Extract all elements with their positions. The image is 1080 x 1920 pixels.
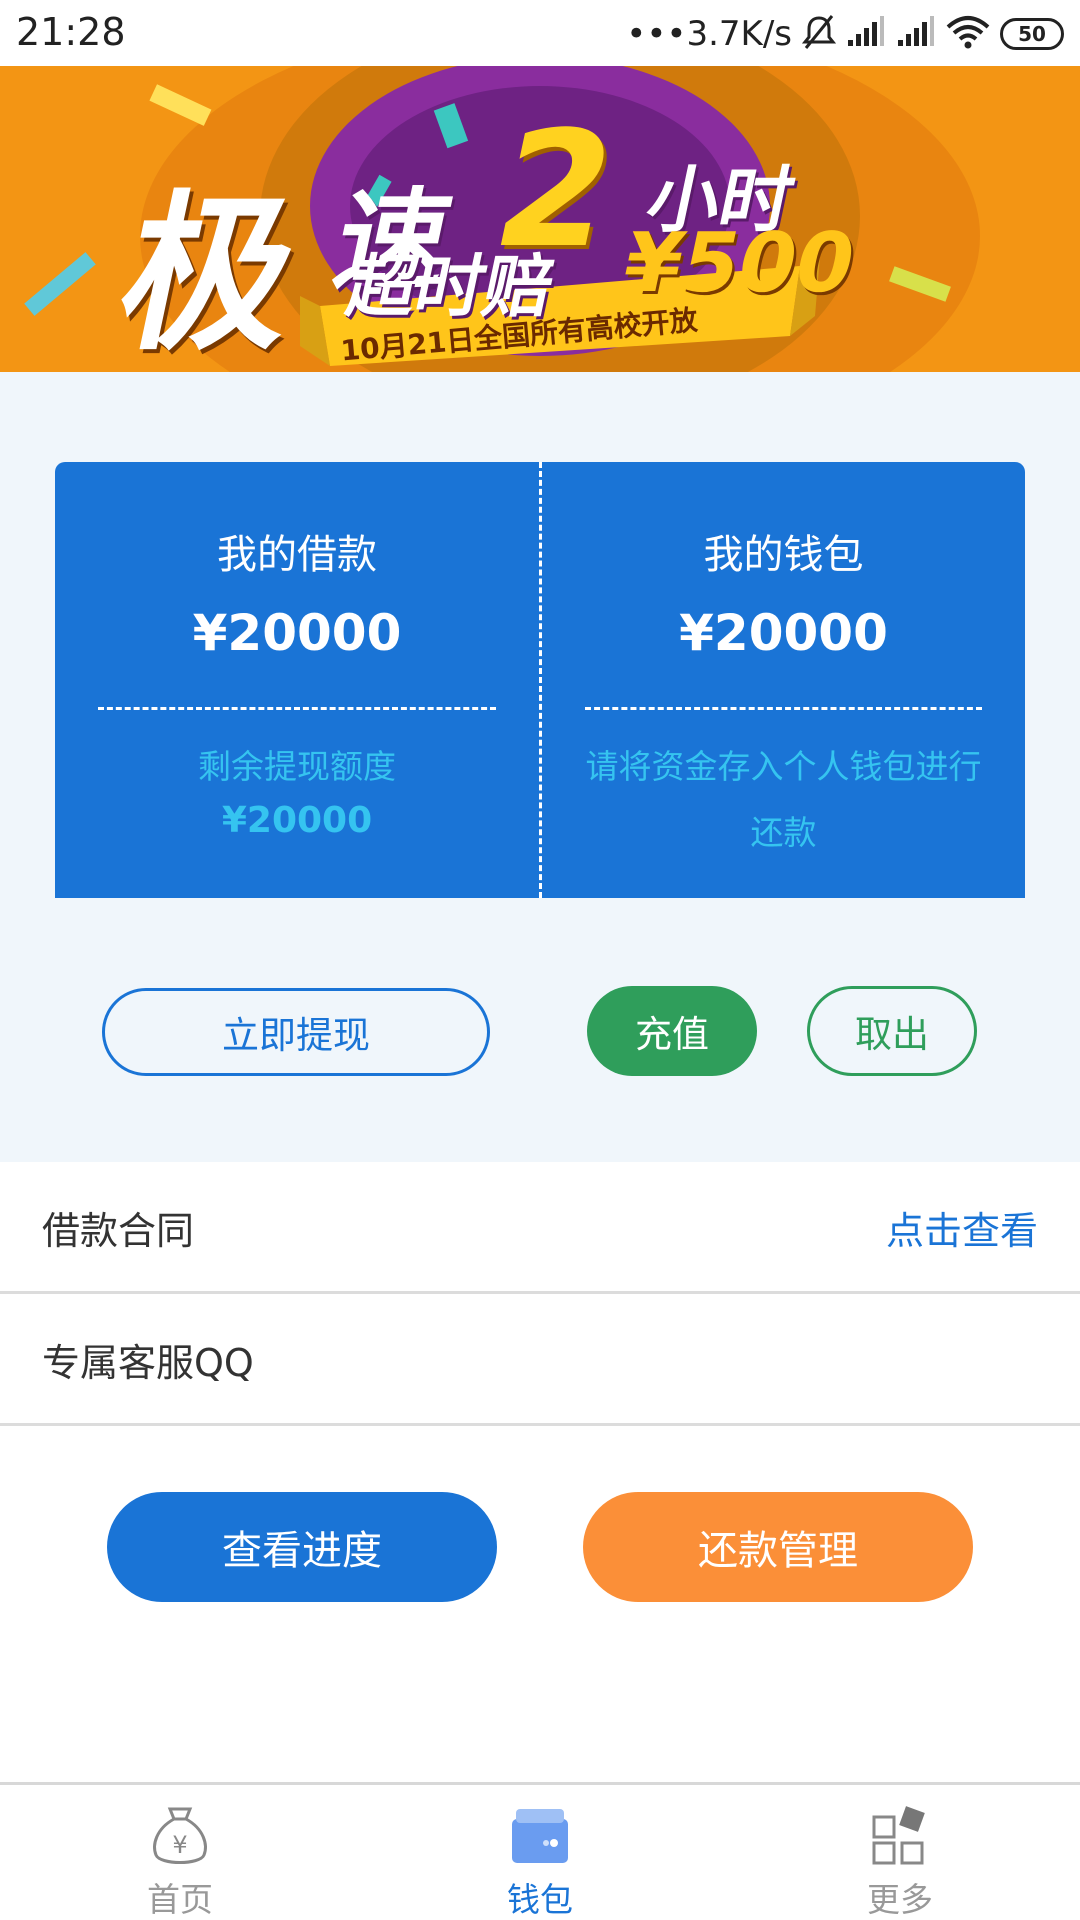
- take-out-button[interactable]: 取出: [807, 986, 977, 1076]
- nav-label-wallet: 钱包: [507, 1880, 573, 1919]
- loan-panel: 我的借款 ¥20000 剩余提现额度 ¥20000: [55, 462, 539, 898]
- view-contract-link[interactable]: 点击查看: [886, 1200, 1038, 1255]
- wallet-amount: ¥20000: [679, 604, 888, 662]
- wallet-area: 我的借款 ¥20000 剩余提现额度 ¥20000 我的钱包 ¥20000 请将…: [0, 372, 1080, 1162]
- signal-icon: [846, 16, 886, 52]
- card-divider-line: [98, 707, 496, 710]
- loan-title: 我的借款: [217, 532, 377, 578]
- nav-label-home: 首页: [147, 1880, 213, 1919]
- nav-label-more: 更多: [867, 1880, 933, 1919]
- status-bar: 21:28 •••3.7K/s 50: [0, 0, 1080, 66]
- wallet-icon: [508, 1799, 572, 1869]
- promo-banner[interactable]: 极 速 2 小时 超时赔 ¥500 10月21日全国所有高校开放: [0, 66, 1080, 372]
- signal-icon: [896, 16, 936, 52]
- withdraw-now-button[interactable]: 立即提现: [102, 988, 490, 1076]
- loan-amount: ¥20000: [192, 604, 402, 662]
- wifi-icon: [946, 15, 990, 53]
- money-bag-icon: ¥: [148, 1799, 212, 1869]
- svg-text:¥: ¥: [172, 1831, 187, 1859]
- status-icons: •••3.7K/s 50: [626, 12, 1064, 56]
- nav-item-more[interactable]: 更多: [800, 1785, 1000, 1920]
- withdraw-limit-amount: ¥20000: [221, 800, 373, 841]
- grid-icon: [868, 1799, 932, 1869]
- nav-item-home[interactable]: ¥ 首页: [80, 1785, 280, 1920]
- status-time: 21:28: [16, 10, 126, 54]
- wallet-title: 我的钱包: [703, 532, 864, 578]
- customer-service-qq-label: 专属客服QQ: [42, 1341, 254, 1385]
- banner-amount: ¥500: [614, 216, 864, 311]
- customer-service-qq-row[interactable]: 专属客服QQ: [0, 1294, 1080, 1426]
- repayment-management-button[interactable]: 还款管理: [583, 1492, 973, 1602]
- loan-contract-label: 借款合同: [42, 1209, 195, 1253]
- mute-bell-icon: [801, 14, 837, 54]
- withdraw-limit-label: 剩余提现额度: [198, 747, 396, 786]
- view-progress-button[interactable]: 查看进度: [107, 1492, 497, 1602]
- card-divider-line: [585, 707, 982, 710]
- nav-item-wallet[interactable]: 钱包: [440, 1785, 640, 1920]
- wallet-note: 请将资金存入个人钱包进行还款: [585, 747, 982, 852]
- battery-icon: 50: [1000, 18, 1064, 50]
- bottom-nav: ¥ 首页 钱包 更多: [0, 1782, 1080, 1920]
- wallet-panel: 我的钱包 ¥20000 请将资金存入个人钱包进行还款: [542, 462, 1025, 898]
- network-speed: •••3.7K/s: [626, 14, 792, 54]
- loan-contract-row[interactable]: 借款合同 点击查看: [0, 1162, 1080, 1294]
- balance-card: 我的借款 ¥20000 剩余提现额度 ¥20000 我的钱包 ¥20000 请将…: [55, 462, 1025, 898]
- recharge-button[interactable]: 充值: [587, 986, 757, 1076]
